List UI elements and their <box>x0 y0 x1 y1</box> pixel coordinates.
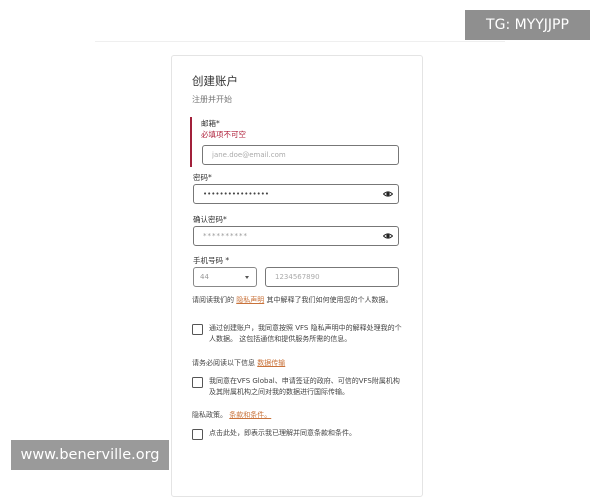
privacy-notice-suffix: 其中解释了我们如何使用您的个人数据。 <box>264 296 393 304</box>
transfer-notice-text: 请务必阅读以下信息 数据传输 <box>192 358 402 370</box>
email-error-message: 必填项不可空 <box>201 130 246 139</box>
phone-number-field[interactable] <box>265 267 399 287</box>
confirm-password-label: 确认密码* <box>193 215 227 224</box>
consent-terms-checkbox[interactable] <box>192 429 203 440</box>
eye-icon[interactable] <box>383 231 393 241</box>
consent-transfer-checkbox[interactable] <box>192 377 203 388</box>
consent-processing-checkbox[interactable] <box>192 324 203 335</box>
phone-label: 手机号码 * <box>193 256 230 265</box>
eye-icon[interactable] <box>383 189 393 199</box>
email-error-indicator <box>190 117 192 167</box>
terms-link[interactable]: 条款和条件。 <box>229 411 271 419</box>
data-transfer-link[interactable]: 数据传输 <box>257 359 285 367</box>
transfer-notice-prefix: 请务必阅读以下信息 <box>192 359 258 367</box>
create-account-card: 创建账户 注册并开始 邮箱* 必填项不可空 密码* 确认密码* 手机号码 * 4… <box>171 55 423 497</box>
consent-transfer-text: 我同意在VFS Global、申请签证的政府、可信的VFS附属机构及其附属机构之… <box>209 377 400 396</box>
consent-processing-text: 通过创建账户，我同意按照 VFS 隐私声明中的解释处理我的个人数据。 这包括通信… <box>209 324 402 343</box>
consent-terms-text: 点击此处，即表示我已理解并同意条款和条件。 <box>209 429 356 437</box>
email-field[interactable] <box>202 145 399 165</box>
page-title: 创建账户 <box>192 74 238 88</box>
header-divider <box>95 41 505 42</box>
password-label: 密码* <box>193 173 212 182</box>
privacy-policy-text: 隐私政策。 条款和条件。 <box>192 410 402 422</box>
page-subtitle: 注册并开始 <box>192 95 232 104</box>
watermark-tg: TG: MYYJJPP <box>465 10 590 40</box>
watermark-url: www.benerville.org <box>11 440 169 470</box>
password-field[interactable] <box>193 184 399 204</box>
privacy-notice-prefix: 请阅读我们的 <box>192 296 237 304</box>
chevron-down-icon <box>245 276 249 279</box>
privacy-statement-link[interactable]: 隐私声明 <box>236 296 264 304</box>
confirm-password-field[interactable] <box>193 226 399 246</box>
country-code-select[interactable]: 44 <box>193 267 257 287</box>
privacy-notice-text: 请阅读我们的 隐私声明 其中解释了我们如何使用您的个人数据。 <box>192 295 402 307</box>
country-code-value: 44 <box>200 273 209 281</box>
privacy-policy-prefix: 隐私政策。 <box>192 411 230 419</box>
email-label: 邮箱* <box>201 119 220 128</box>
